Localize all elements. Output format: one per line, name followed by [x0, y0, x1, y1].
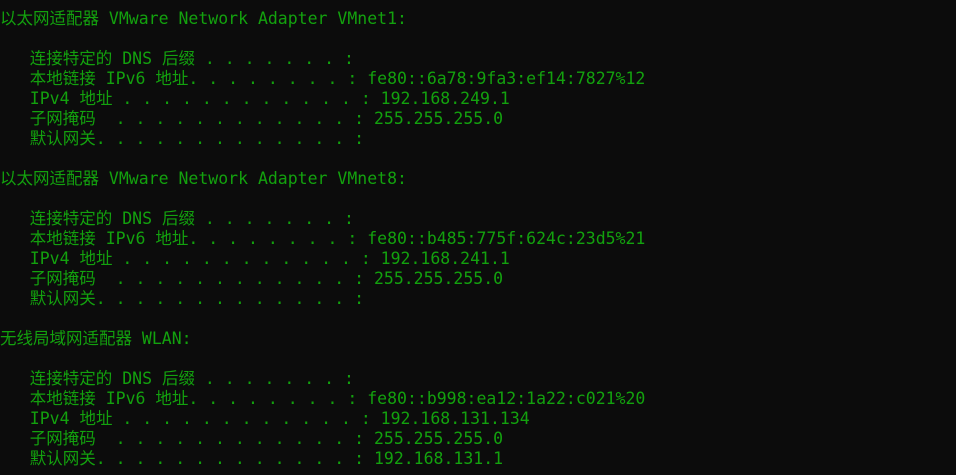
ipv4-address-line-wlan: IPv4 地址 . . . . . . . . . . . . : 192.16…	[0, 409, 530, 428]
subnet-mask-line-wlan: 子网掩码 . . . . . . . . . . . . : 255.255.2…	[0, 429, 504, 448]
ipv6-address-line-vmnet1: 本地链接 IPv6 地址. . . . . . . . : fe80::6a78…	[0, 69, 646, 88]
adapter-header-vmnet1: 以太网适配器 VMware Network Adapter VMnet1:	[0, 9, 407, 28]
ipv4-address-line-vmnet1: IPv4 地址 . . . . . . . . . . . . : 192.16…	[0, 89, 510, 108]
ipv6-address-line-vmnet8: 本地链接 IPv6 地址. . . . . . . . : fe80::b485…	[0, 229, 646, 248]
dns-suffix-line-wlan: 连接特定的 DNS 后缀 . . . . . . . :	[0, 369, 354, 388]
adapter-header-vmnet8: 以太网适配器 VMware Network Adapter VMnet8:	[0, 169, 407, 188]
console-output[interactable]: 以太网适配器 VMware Network Adapter VMnet1: 连接…	[0, 0, 956, 475]
ipv6-address-line-wlan: 本地链接 IPv6 地址. . . . . . . . : fe80::b998…	[0, 389, 646, 408]
subnet-mask-line-vmnet1: 子网掩码 . . . . . . . . . . . . : 255.255.2…	[0, 109, 504, 128]
default-gateway-line-vmnet8: 默认网关. . . . . . . . . . . . . :	[0, 289, 365, 308]
adapter-header-wlan: 无线局域网适配器 WLAN:	[0, 329, 192, 348]
default-gateway-line-wlan: 默认网关. . . . . . . . . . . . . : 192.168.…	[0, 449, 504, 468]
dns-suffix-line-vmnet8: 连接特定的 DNS 后缀 . . . . . . . :	[0, 209, 354, 228]
subnet-mask-line-vmnet8: 子网掩码 . . . . . . . . . . . . : 255.255.2…	[0, 269, 504, 288]
ipv4-address-line-vmnet8: IPv4 地址 . . . . . . . . . . . . : 192.16…	[0, 249, 510, 268]
default-gateway-line-vmnet1: 默认网关. . . . . . . . . . . . . :	[0, 129, 365, 148]
dns-suffix-line-vmnet1: 连接特定的 DNS 后缀 . . . . . . . :	[0, 49, 354, 68]
